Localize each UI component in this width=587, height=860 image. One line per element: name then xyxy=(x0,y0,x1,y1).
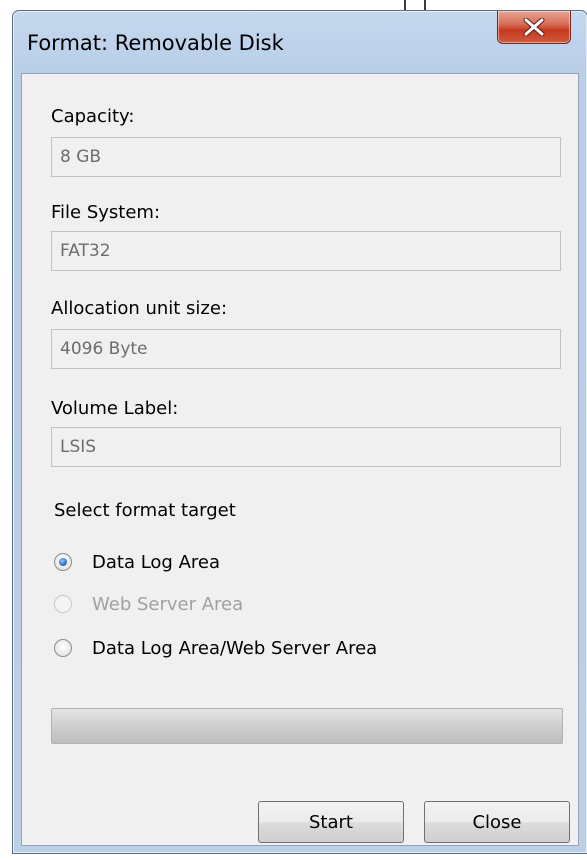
radio-data-log-and-web-server-area[interactable]: Data Log Area/Web Server Area xyxy=(54,635,377,661)
format-progress-bar xyxy=(51,708,563,744)
volume-label-label: Volume Label: xyxy=(51,398,179,419)
start-button[interactable]: Start xyxy=(258,801,404,843)
radio-label: Data Log Area xyxy=(92,551,220,573)
dialog-content: Capacity: 8 GB File System: FAT32 Alloca… xyxy=(21,73,579,846)
radio-web-server-area: Web Server Area xyxy=(54,591,243,617)
file-system-field: FAT32 xyxy=(51,231,561,271)
close-button[interactable]: Close xyxy=(424,801,570,843)
volume-label-field: LSIS xyxy=(51,427,561,467)
allocation-unit-field: 4096 Byte xyxy=(51,329,561,369)
capacity-field: 8 GB xyxy=(51,137,561,177)
window-title: Format: Removable Disk xyxy=(27,31,284,55)
format-target-heading: Select format target xyxy=(54,500,236,521)
title-bar[interactable]: Format: Removable Disk xyxy=(13,11,587,73)
format-dialog: Format: Removable Disk Capacity: 8 GB Fi… xyxy=(12,10,587,854)
radio-label: Data Log Area/Web Server Area xyxy=(92,637,378,659)
close-x-icon xyxy=(523,18,545,36)
close-window-button[interactable] xyxy=(497,11,571,44)
file-system-label: File System: xyxy=(51,202,161,223)
allocation-unit-label: Allocation unit size: xyxy=(51,298,228,319)
radio-data-log-area[interactable]: Data Log Area xyxy=(54,549,220,575)
radio-unselected-icon[interactable] xyxy=(54,639,72,657)
radio-disabled-icon xyxy=(54,595,72,613)
radio-label: Web Server Area xyxy=(92,593,244,615)
radio-selected-icon[interactable] xyxy=(54,553,72,571)
capacity-label: Capacity: xyxy=(51,106,135,127)
